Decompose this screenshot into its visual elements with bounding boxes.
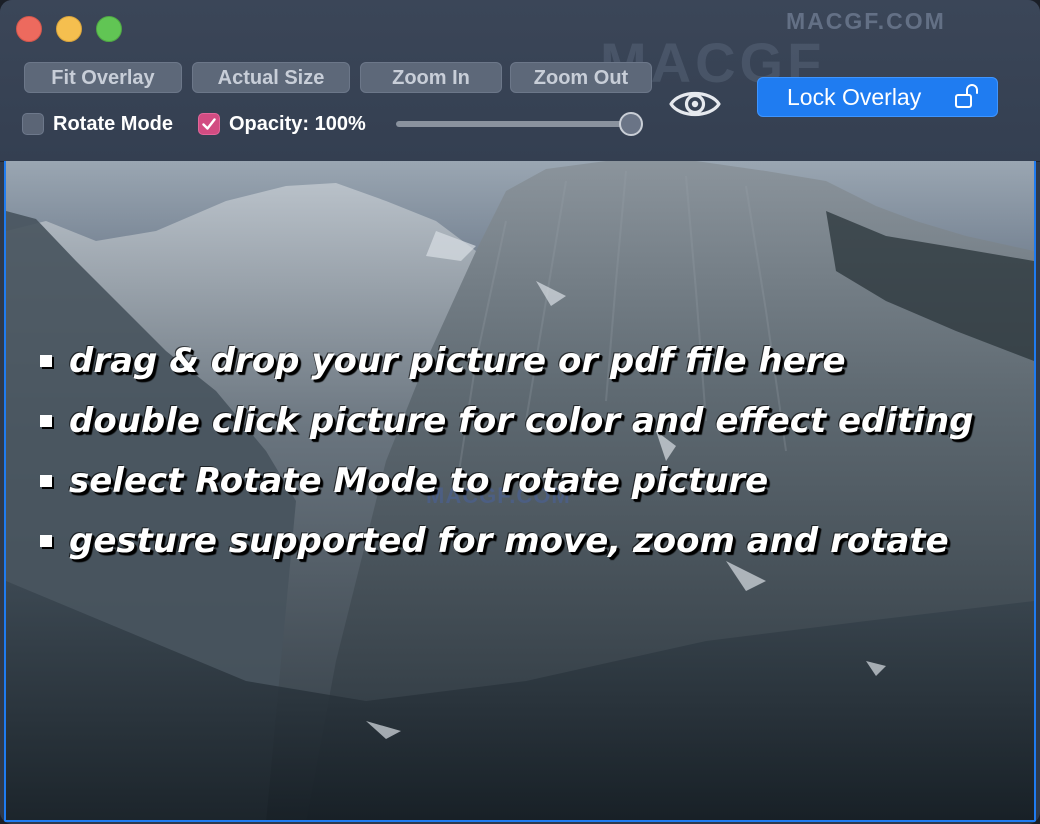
rotate-mode-label: Rotate Mode — [53, 112, 173, 135]
fit-overlay-button[interactable]: Fit Overlay — [24, 62, 182, 93]
instruction-item: drag & drop your picture or pdf file her… — [40, 331, 974, 391]
checkmark-icon — [202, 118, 216, 130]
overlay-drop-area[interactable]: MACGF.COM drag & drop your picture or pd… — [4, 161, 1036, 822]
opacity-option[interactable]: Opacity: 100% — [198, 111, 366, 137]
instruction-list: drag & drop your picture or pdf file her… — [40, 331, 974, 571]
bullet-icon — [40, 535, 52, 547]
instruction-text: gesture supported for move, zoom and rot… — [69, 521, 949, 561]
bullet-icon — [40, 475, 52, 487]
instruction-item: select Rotate Mode to rotate picture — [40, 451, 974, 511]
bullet-icon — [40, 415, 52, 427]
instruction-text: select Rotate Mode to rotate picture — [69, 461, 769, 501]
instruction-text: drag & drop your picture or pdf file her… — [69, 341, 846, 381]
lock-overlay-button[interactable]: Lock Overlay — [757, 77, 998, 117]
zoom-out-button[interactable]: Zoom Out — [510, 62, 652, 93]
bullet-icon — [40, 355, 52, 367]
zoom-in-button[interactable]: Zoom In — [360, 62, 502, 93]
watermark-top: MACGF.COM — [786, 8, 946, 34]
lock-overlay-label: Lock Overlay — [787, 84, 922, 110]
rotate-mode-checkbox[interactable] — [22, 113, 44, 135]
actual-size-button[interactable]: Actual Size — [192, 62, 350, 93]
unlocked-padlock-icon — [955, 84, 978, 108]
instruction-item: gesture supported for move, zoom and rot… — [40, 511, 974, 571]
opacity-slider-track[interactable] — [396, 121, 632, 127]
rotate-mode-option[interactable]: Rotate Mode — [22, 111, 173, 137]
maximize-window-button[interactable] — [96, 16, 122, 42]
instruction-item: double click picture for color and effec… — [40, 391, 974, 451]
eye-icon[interactable] — [668, 84, 722, 124]
toolbar: MACGF MACGF.COM Fit Overlay Actual Size … — [0, 0, 1040, 162]
close-window-button[interactable] — [16, 16, 42, 42]
opacity-slider-knob[interactable] — [619, 112, 643, 136]
app-window: MACGF MACGF.COM Fit Overlay Actual Size … — [0, 0, 1040, 824]
opacity-label: Opacity: 100% — [229, 112, 366, 135]
instruction-text: double click picture for color and effec… — [69, 401, 974, 441]
minimize-window-button[interactable] — [56, 16, 82, 42]
opacity-checkbox[interactable] — [198, 113, 220, 135]
